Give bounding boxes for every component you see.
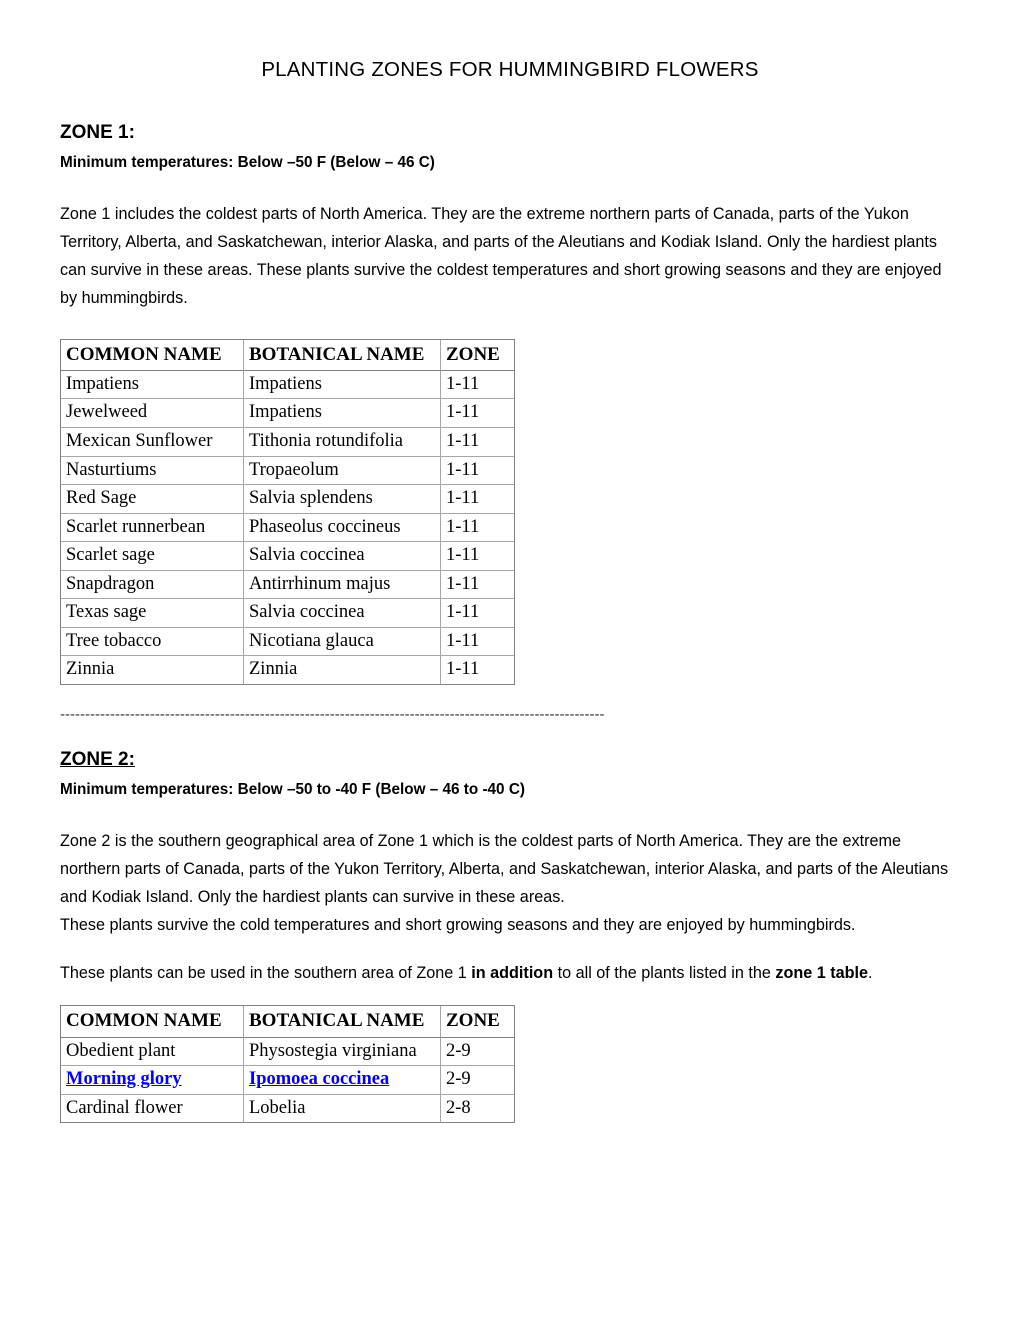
table-row: Scarlet sage Salvia coccinea 1-11 xyxy=(61,542,515,571)
cell-botanical-name: Salvia coccinea xyxy=(244,542,441,571)
cell-common-name: Scarlet runnerbean xyxy=(61,513,244,543)
link-common-name[interactable]: Morning glory xyxy=(66,1069,182,1089)
cell-zone: 2-9 xyxy=(441,1066,515,1095)
zone-1-table-head: COMMON NAME BOTANICAL NAME ZONE xyxy=(61,339,515,371)
cell-zone: 1-11 xyxy=(441,456,515,486)
document-body: ZONE 1: Minimum temperatures: Below –50 … xyxy=(60,83,960,1124)
cell-zone: 1-11 xyxy=(441,542,515,571)
cell-zone: 1-11 xyxy=(441,599,515,628)
cell-common-name: Red Sage xyxy=(61,485,244,514)
zone-2-paragraph: Zone 2 is the southern geographical area… xyxy=(60,828,960,939)
cell-botanical-name: Nicotiana glauca xyxy=(244,627,441,657)
cell-common-name: Cardinal flower xyxy=(61,1094,244,1124)
zone-2-table-body: Obedient plant Physostegia virginiana 2-9 M… xyxy=(61,1037,515,1124)
table-row: Texas sage Salvia coccinea 1-11 xyxy=(61,599,515,628)
cell-botanical-name: Impatiens xyxy=(244,370,441,400)
cell-common-name: Obedient plant xyxy=(61,1037,244,1067)
cell-botanical-name: Salvia splendens xyxy=(244,485,441,514)
table-row: Obedient plant Physostegia virginiana 2-9 xyxy=(61,1037,515,1067)
cell-zone: 1-11 xyxy=(441,427,515,457)
note-emphasis-in-addition: in addition xyxy=(471,963,554,982)
zone-2-subheading: Minimum temperatures: Below –50 to -40 F… xyxy=(60,781,525,799)
cell-zone: 1-11 xyxy=(441,513,515,543)
table-row: Cardinal flower Lobelia 2-8 xyxy=(61,1094,515,1124)
cell-botanical-name: Phaseolus coccineus xyxy=(244,513,441,543)
cell-botanical-name: Physostegia virginiana xyxy=(244,1037,441,1067)
cell-zone: 1-11 xyxy=(441,656,515,686)
zone-2-heading: ZONE 2: xyxy=(60,748,135,770)
column-header-zone: ZONE xyxy=(441,339,515,371)
cell-common-name: Mexican Sunflower xyxy=(61,427,244,457)
zone-2-table: COMMON NAME BOTANICAL NAME ZONE Obedient… xyxy=(60,1005,515,1124)
cell-zone: 1-11 xyxy=(441,370,515,400)
zone-2-table-head: COMMON NAME BOTANICAL NAME ZONE xyxy=(61,1006,515,1038)
zone-1-heading: ZONE 1: xyxy=(60,121,135,143)
zone-2-section: ZONE 2: Minimum temperatures: Below –50 … xyxy=(60,748,960,1124)
table-header-row: COMMON NAME BOTANICAL NAME ZONE xyxy=(61,1006,515,1038)
cell-common-name[interactable]: Morning glory xyxy=(61,1066,244,1095)
column-header-botanical-name: BOTANICAL NAME xyxy=(244,1006,441,1038)
table-header-row: COMMON NAME BOTANICAL NAME ZONE xyxy=(61,339,515,371)
cell-botanical-name: Impatiens xyxy=(244,399,441,428)
zone-1-paragraph: Zone 1 includes the coldest parts of Nor… xyxy=(60,205,942,307)
cell-zone: 1-11 xyxy=(441,570,515,600)
note-text-2: to all of the plants listed in the xyxy=(553,963,776,982)
cell-common-name: Impatiens xyxy=(61,370,244,400)
zone-1-table-body: Impatiens Impatiens 1-11 Jewelweed Impatiens… xyxy=(61,370,515,686)
zone-1-table: COMMON NAME BOTANICAL NAME ZONE Impatien… xyxy=(60,338,515,686)
document-page: PLANTING ZONES FOR HUMMINGBIRD FLOWERS Z… xyxy=(0,0,1020,1320)
column-header-zone: ZONE xyxy=(441,1006,515,1038)
cell-botanical-name: Zinnia xyxy=(244,656,441,686)
section-separator: ----------------------------------------… xyxy=(60,707,605,724)
cell-zone: 2-8 xyxy=(441,1094,515,1124)
column-header-common-name: COMMON NAME xyxy=(61,339,244,371)
column-header-common-name: COMMON NAME xyxy=(61,1006,244,1038)
note-emphasis-zone-1-table: zone 1 table xyxy=(775,963,869,982)
cell-zone: 1-11 xyxy=(441,627,515,657)
table-row: Tree tobacco Nicotiana glauca 1-11 xyxy=(61,627,515,657)
table-row: Snapdragon Antirrhinum majus 1-11 xyxy=(61,570,515,600)
table-row: Scarlet runnerbean Phaseolus coccineus 1-1… xyxy=(61,513,515,543)
column-header-botanical-name: BOTANICAL NAME xyxy=(244,339,441,371)
page-title: PLANTING ZONES FOR HUMMINGBIRD FLOWERS xyxy=(261,58,759,81)
cell-zone: 2-9 xyxy=(441,1037,515,1067)
cell-botanical-name: Tropaeolum xyxy=(244,456,441,486)
cell-botanical-name: Lobelia xyxy=(244,1094,441,1124)
zone-1-section: ZONE 1: Minimum temperatures: Below –50 … xyxy=(60,121,960,724)
cell-botanical-name: Tithonia rotundifolia xyxy=(244,427,441,457)
zone-2-paragraph-part-2: These plants survive the cold temperatur… xyxy=(60,915,856,934)
cell-botanical-name[interactable]: Ipomoea coccinea xyxy=(244,1066,441,1095)
cell-botanical-name: Antirrhinum majus xyxy=(244,570,441,600)
zone-1-subheading: Minimum temperatures: Below –50 F (Below… xyxy=(60,154,435,172)
cell-common-name: Snapdragon xyxy=(61,570,244,600)
cell-zone: 1-11 xyxy=(441,399,515,428)
link-botanical-name[interactable]: Ipomoea coccinea xyxy=(249,1069,389,1089)
table-row: Zinnia Zinnia 1-11 xyxy=(61,656,515,686)
cell-zone: 1-11 xyxy=(441,485,515,514)
cell-common-name: Scarlet sage xyxy=(61,542,244,571)
cell-common-name: Tree tobacco xyxy=(61,627,244,657)
cell-common-name: Zinnia xyxy=(61,656,244,686)
table-row: Mexican Sunflower Tithonia rotundifolia 1-… xyxy=(61,427,515,457)
note-text-3: . xyxy=(868,963,873,982)
cell-common-name: Jewelweed xyxy=(61,399,244,428)
table-row: Jewelweed Impatiens 1-11 xyxy=(61,399,515,428)
zone-2-note: These plants can be used in the southern… xyxy=(60,960,960,988)
table-row: Impatiens Impatiens 1-11 xyxy=(61,370,515,400)
note-text-1: These plants can be used in the southern… xyxy=(60,963,472,982)
table-row: Red Sage Salvia splendens 1-11 xyxy=(61,485,515,514)
cell-common-name: Nasturtiums xyxy=(61,456,244,486)
cell-botanical-name: Salvia coccinea xyxy=(244,599,441,628)
cell-common-name: Texas sage xyxy=(61,599,244,628)
zone-2-paragraph-part-1: Zone 2 is the southern geographical area… xyxy=(60,832,949,906)
table-row: Morning glory Ipomoea coccinea 2-9 xyxy=(61,1066,515,1095)
table-row: Nasturtiums Tropaeolum 1-11 xyxy=(61,456,515,486)
